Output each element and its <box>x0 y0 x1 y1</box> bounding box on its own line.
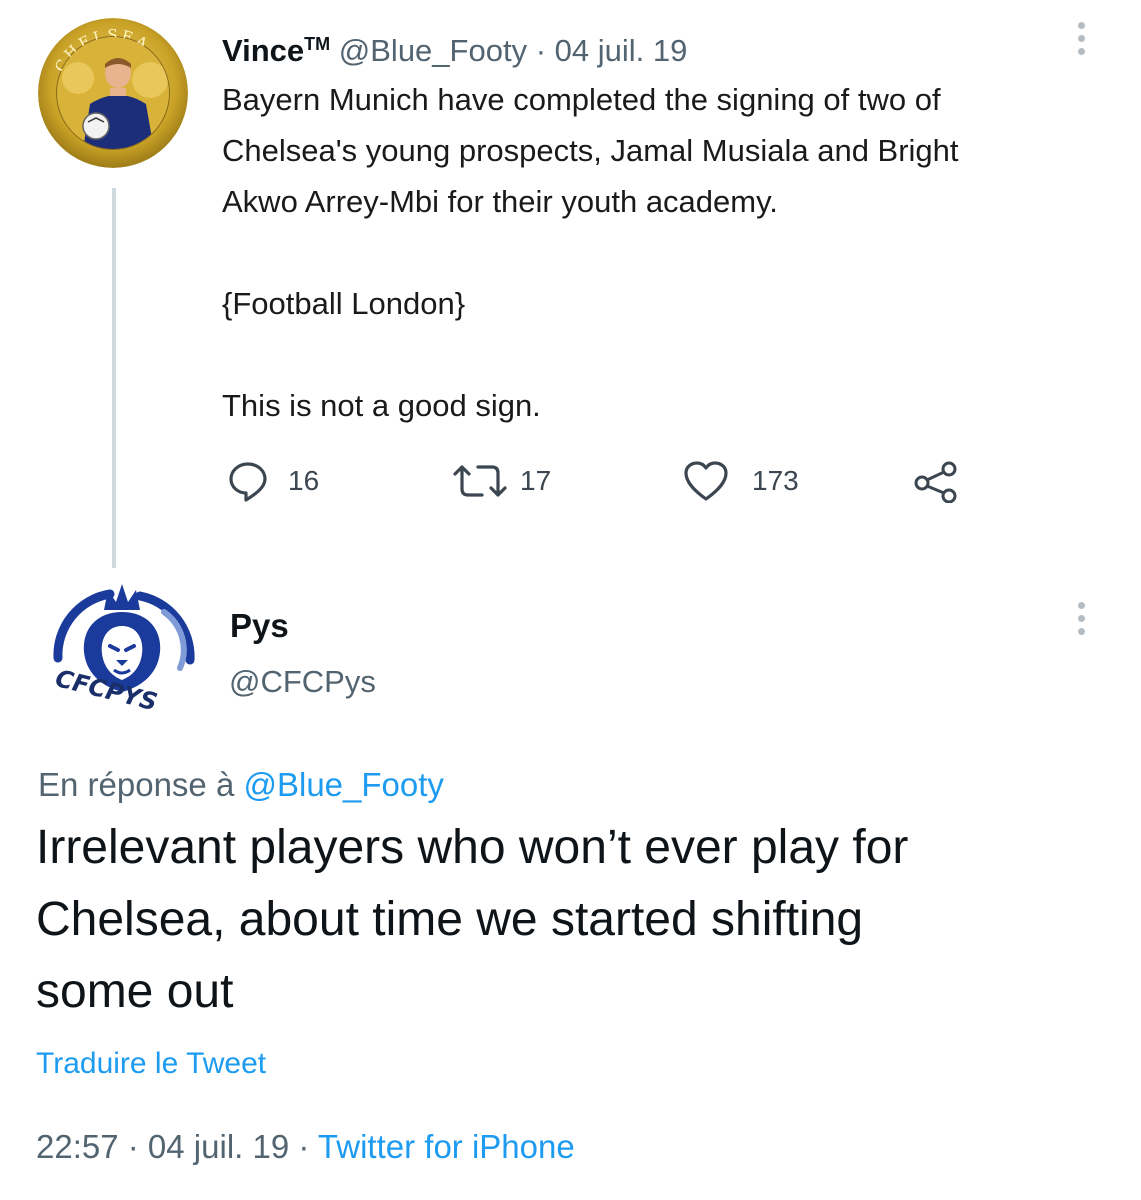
avatar-cfcpys[interactable]: CFCPYS <box>40 572 200 732</box>
share-icon <box>914 461 957 503</box>
like-count: 173 <box>752 465 799 496</box>
thread-connector <box>112 188 116 568</box>
chelsea-crest-avatar: CHELSEA <box>38 18 188 168</box>
tweet-time[interactable]: 22:57 <box>36 1128 119 1165</box>
tweet-body: Bayern Munich have completed the signing… <box>222 74 1122 431</box>
reply-icon <box>229 462 267 502</box>
tweet-line: Akwo Arrey-Mbi for their youth academy. <box>222 184 778 219</box>
tweet-line: {Football London} <box>222 286 466 321</box>
handle[interactable]: @Blue_Footy <box>339 33 527 68</box>
heart-icon <box>684 461 728 501</box>
display-name[interactable]: Pys <box>230 604 289 648</box>
avatar-vince[interactable]: CHELSEA <box>38 18 188 168</box>
separator: · <box>118 1128 148 1165</box>
tweet-line: Chelsea's young prospects, Jamal Musiala… <box>222 133 959 168</box>
reply-context: En réponse à @Blue_Footy <box>38 762 444 808</box>
tweet-timestamp: 22:57 · 04 juil. 19 · Twitter for iPhone <box>36 1124 575 1170</box>
lion-crest-avatar: CFCPYS <box>53 584 195 717</box>
retweet-icon <box>453 465 507 497</box>
like-button[interactable]: 173 <box>682 455 799 507</box>
tweet-line: This is not a good sign. <box>222 388 541 423</box>
share-button[interactable] <box>912 455 960 507</box>
tweet-date[interactable]: 04 juil. 19 <box>148 1128 289 1165</box>
tweet-line: Bayern Munich have completed the signing… <box>222 82 941 117</box>
reply-mention-link[interactable]: @Blue_Footy <box>243 766 443 803</box>
tweet-body: Irrelevant players who won’t ever play f… <box>36 812 1096 1028</box>
retweet-count: 17 <box>520 465 552 496</box>
translate-tweet-link[interactable]: Traduire le Tweet <box>36 1042 266 1086</box>
tweet-date[interactable]: 04 juil. 19 <box>555 33 688 68</box>
display-name[interactable]: VinceTM <box>222 33 330 68</box>
separator: · <box>289 1128 318 1165</box>
more-vertical-icon[interactable] <box>1078 22 1086 55</box>
reply-button[interactable]: 16 <box>226 455 319 507</box>
reply-count: 16 <box>288 465 320 496</box>
tweet-line <box>222 329 1122 380</box>
retweet-button[interactable]: 17 <box>452 455 551 507</box>
more-vertical-icon[interactable] <box>1078 602 1086 635</box>
tweet-line: some out <box>36 965 234 1018</box>
tweet-line: Chelsea, about time we started shifting <box>36 893 864 946</box>
tweet-line <box>222 227 1122 278</box>
handle[interactable]: @CFCPys <box>229 660 376 704</box>
tweet-source-link[interactable]: Twitter for iPhone <box>318 1128 575 1165</box>
tweet-line: Irrelevant players who won’t ever play f… <box>36 821 909 874</box>
separator: · <box>527 33 555 68</box>
tweet-header: VinceTM @Blue_Footy · 04 juil. 19 <box>222 22 687 73</box>
reply-prefix: En réponse à <box>38 766 244 803</box>
